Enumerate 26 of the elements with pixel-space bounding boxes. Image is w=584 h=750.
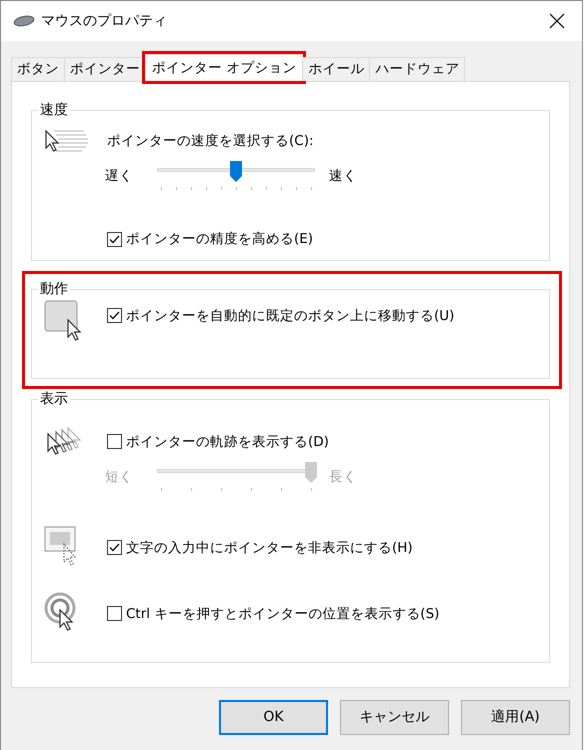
tab[interactable]: ボタン <box>11 57 65 81</box>
checkbox-label: 文字の入力中にポインターを非表示にする(H) <box>126 538 413 558</box>
checkbox[interactable] <box>107 606 122 622</box>
slider-track[interactable] <box>157 161 315 192</box>
checkbox[interactable] <box>107 308 122 324</box>
checkbox-label: ポインターの軌跡を表示する(D) <box>126 432 329 452</box>
window-title: マウスのプロパティ <box>41 12 168 30</box>
checkbox-label: Ctrl キーを押すとポインターの位置を表示する(S) <box>126 604 440 624</box>
slider-max-label: 長く <box>329 468 357 487</box>
tab[interactable]: ポインター オプション <box>145 54 304 81</box>
checkbox-label: ポインターを自動的に既定のボタン上に移動する(U) <box>126 306 454 326</box>
slider-min-label: 短く <box>105 468 134 487</box>
close-icon[interactable] <box>548 12 566 30</box>
dialog-button[interactable]: キャンセル <box>340 700 449 735</box>
tab[interactable]: ハードウェア <box>369 57 466 81</box>
dialog-button[interactable]: OK <box>219 700 328 735</box>
slider-min-label: 遅く <box>105 167 134 186</box>
slider-max-label: 速く <box>329 167 357 186</box>
checkbox[interactable] <box>107 540 122 556</box>
slider-thumb[interactable] <box>230 161 242 184</box>
checkbox[interactable] <box>107 434 122 450</box>
checkbox-label: ポインターの精度を高める(E) <box>126 230 314 250</box>
speed-label: ポインターの速度を選択する(C): <box>107 132 315 151</box>
dialog-button[interactable]: 適用(A) <box>461 700 570 735</box>
checkbox[interactable] <box>107 232 122 247</box>
tab[interactable]: ホイール <box>302 57 370 81</box>
